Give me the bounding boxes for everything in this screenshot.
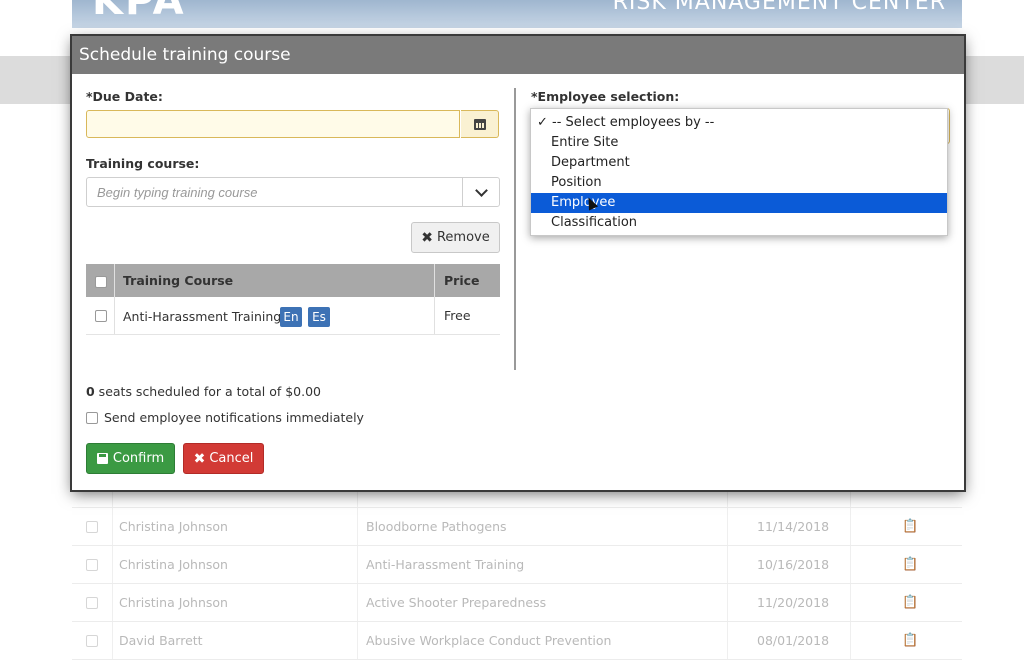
row-checkbox[interactable] [95,310,107,322]
notify-checkbox[interactable] [86,411,98,424]
background-header: KPA RISK MANAGEMENT CENTER [72,0,962,28]
confirm-button-label: Confirm [112,451,165,466]
clipboard-icon[interactable]: 📋 [902,595,918,610]
course-price: Free [444,308,471,323]
row-checkbox[interactable] [86,559,98,571]
table-row: Christina Johnson Anti-Harassment Traini… [72,546,962,584]
row-employee-name: Christina Johnson [119,595,228,610]
notify-label: Send employee notifications immediately [104,410,364,425]
training-course-label: Training course: [86,156,200,171]
employee-selection-label: *Employee selection: [531,89,680,104]
table-row: David Barrett Abusive Workplace Conduct … [72,622,962,660]
row-date: 10/16/2018 [757,557,830,572]
row-date: 11/14/2018 [757,519,830,534]
row-employee-name: David Barrett [119,633,203,648]
column-header-training-course: Training Course [123,273,234,288]
training-course-input[interactable] [86,177,463,207]
row-course-name: Abusive Workplace Conduct Prevention [366,633,612,648]
row-course-name: Anti-Harassment Training [366,557,525,572]
clipboard-icon[interactable]: 📋 [902,557,918,572]
kpa-logo: KPA [92,0,186,24]
schedule-training-modal: Schedule training course *Due Date: Trai… [72,36,964,490]
table-row: Christina Johnson Active Shooter Prepare… [72,584,962,622]
row-employee-name: Christina Johnson [119,557,228,572]
clipboard-icon[interactable]: 📋 [902,519,918,534]
seats-summary: 0 seats scheduled for a total of $0.00 [86,384,321,399]
clipboard-icon[interactable]: 📋 [902,633,918,648]
save-icon [96,453,108,464]
confirm-button[interactable]: Confirm [86,443,175,474]
language-tag-en[interactable]: En [280,307,302,327]
background-table: Christina Johnson Bloodborne Pathogens 1… [72,470,962,660]
due-date-input[interactable] [86,110,460,138]
dropdown-option-department[interactable]: Department [531,153,947,173]
row-checkbox[interactable] [86,521,98,533]
remove-button-label: Remove [436,230,490,245]
seats-text: seats scheduled for a total of $0.00 [94,384,322,399]
calendar-icon [473,118,486,130]
cancel-button[interactable]: ✖ Cancel [183,443,264,474]
chevron-down-icon [474,183,488,197]
seats-count: 0 [86,384,95,399]
select-all-checkbox[interactable] [95,276,107,288]
row-checkbox[interactable] [86,635,98,647]
language-tag-es[interactable]: Es [308,307,330,327]
dropdown-option-entire-site[interactable]: Entire Site [531,133,947,153]
dropdown-option-position[interactable]: Position [531,173,947,193]
row-date: 11/20/2018 [757,595,830,610]
calendar-button[interactable] [461,110,499,138]
cancel-button-label: Cancel [209,451,254,466]
row-course-name: Active Shooter Preparedness [366,595,547,610]
column-header-price: Price [444,273,480,288]
close-icon: ✖ [421,229,433,246]
row-date: 08/01/2018 [757,633,830,648]
notify-option: Send employee notifications immediately [86,410,364,425]
row-employee-name: Christina Johnson [119,519,228,534]
dropdown-option-employee[interactable]: Employee [531,193,947,213]
header-title: RISK MANAGEMENT CENTER [612,0,946,15]
employee-selection-dropdown-list: ✓ -- Select employees by -- Entire Site … [530,108,948,236]
training-course-dropdown-button[interactable] [462,177,500,207]
close-icon: ✖ [193,450,206,467]
dropdown-option-classification[interactable]: Classification [531,213,947,233]
row-checkbox[interactable] [86,597,98,609]
table-row: Christina Johnson Bloodborne Pathogens 1… [72,508,962,546]
modal-title: Schedule training course [72,36,964,74]
column-divider [514,88,516,370]
due-date-label: *Due Date: [86,89,163,104]
row-course-name: Bloodborne Pathogens [366,519,507,534]
remove-button[interactable]: ✖ Remove [411,222,500,253]
dropdown-option-placeholder[interactable]: ✓ -- Select employees by -- [531,113,947,133]
course-name: Anti-Harassment Training [123,309,282,324]
